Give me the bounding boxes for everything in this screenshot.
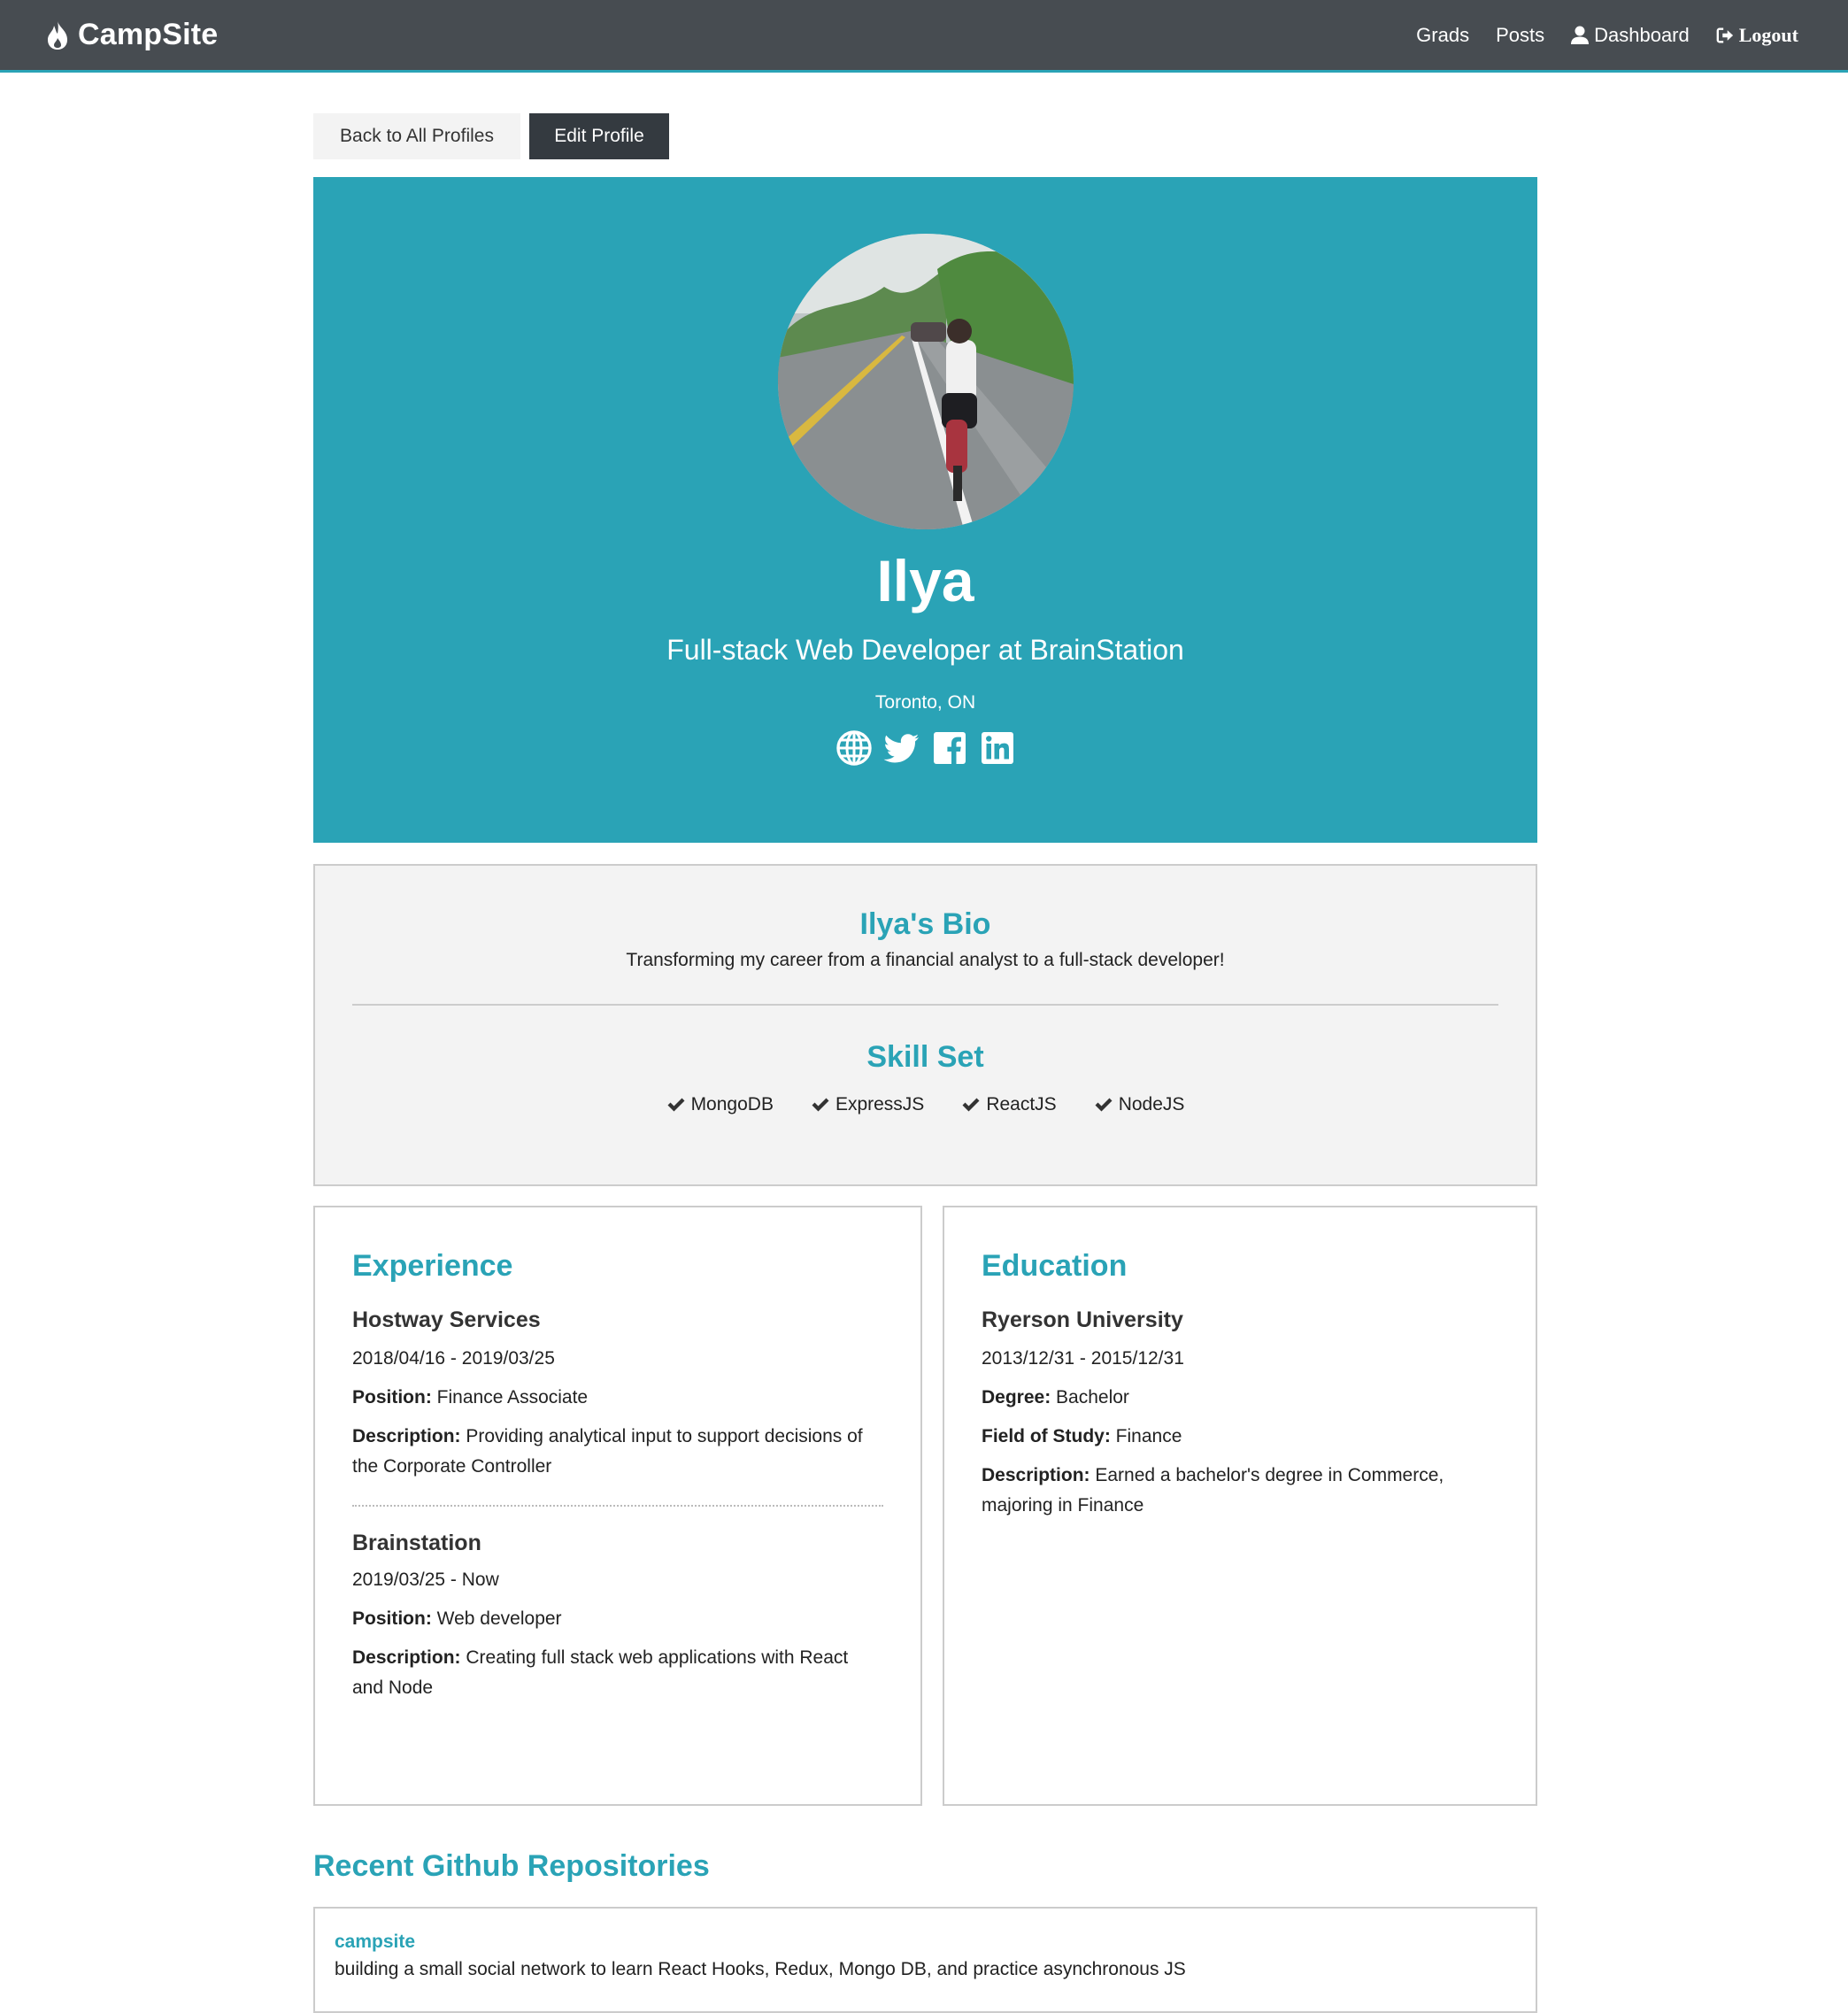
skill-label: NodeJS <box>1118 1094 1185 1114</box>
repo-name-link[interactable]: campsite <box>335 1930 1516 1955</box>
skill-label: ExpressJS <box>835 1094 925 1114</box>
nav-grads-label: Grads <box>1416 23 1470 46</box>
education-dates: 2013/12/31 - 2015/12/31 <box>982 1348 1184 1369</box>
position-label: Position: <box>352 1608 432 1629</box>
skill-item: MongoDB <box>666 1094 774 1115</box>
github-title: Recent Github Repositories <box>313 1849 710 1883</box>
skills-title: Skill Set <box>866 1040 984 1074</box>
nav-posts-label: Posts <box>1496 23 1545 46</box>
experience-company: Hostway Services <box>352 1307 541 1332</box>
bio-divider <box>352 1004 1498 1006</box>
experience-position: Position: Finance Associate <box>352 1383 883 1413</box>
repo-card: campsite building a small social network… <box>313 1907 1537 2013</box>
profile-about: Ilya's Bio Transforming my career from a… <box>313 864 1537 1186</box>
user-icon <box>1571 26 1590 44</box>
sign-out-icon <box>1716 27 1733 42</box>
brand-logo-link[interactable]: CampSite <box>46 18 218 52</box>
linkedin-link[interactable] <box>979 729 1016 767</box>
profile-container: Back to All Profiles Edit Profile Ilya F… <box>313 73 1537 2013</box>
brand-name: CampSite <box>78 18 219 51</box>
education-school: Ryerson University <box>982 1307 1183 1332</box>
degree-value: Bachelor <box>1056 1387 1129 1408</box>
skill-item: ReactJS <box>961 1094 1057 1115</box>
experience-description: Description: Providing analytical input … <box>352 1422 883 1482</box>
skill-item: ExpressJS <box>811 1094 924 1115</box>
check-icon <box>667 1098 685 1112</box>
twitter-icon <box>883 734 919 763</box>
check-icon <box>962 1098 980 1112</box>
education-title: Education <box>982 1249 1128 1283</box>
bio-title: Ilya's Bio <box>859 907 991 941</box>
education-degree: Degree: Bachelor <box>982 1383 1498 1413</box>
experience-description: Description: Creating full stack web app… <box>352 1643 883 1703</box>
profile-location: Toronto, ON <box>874 692 976 713</box>
experience-dates: 2019/03/25 - Now <box>352 1570 499 1590</box>
field-label: Field of Study: <box>982 1426 1111 1446</box>
repo-description: building a small social network to learn… <box>335 1959 1186 1979</box>
experience-entry: Brainstation 2019/03/25 - Now Position: … <box>352 1528 883 1703</box>
experience-company: Brainstation <box>352 1531 481 1555</box>
experience-position: Position: Web developer <box>352 1604 883 1634</box>
bio-text: Transforming my career from a financial … <box>626 950 1225 970</box>
nav-dashboard-label: Dashboard <box>1594 23 1690 46</box>
skills-list: MongoDB ExpressJS ReactJS NodeJS <box>352 1094 1498 1115</box>
facebook-icon <box>933 732 966 764</box>
nav-grads-link[interactable]: Grads <box>1416 24 1469 47</box>
profile-status: Full-stack Web Developer at BrainStation <box>666 634 1184 666</box>
nav-posts-link[interactable]: Posts <box>1496 24 1544 47</box>
nav-links: Grads Posts Dashboard Logout <box>1390 24 1798 47</box>
experience-dates: 2018/04/16 - 2019/03/25 <box>352 1348 555 1369</box>
back-to-profiles-button[interactable]: Back to All Profiles <box>313 113 520 159</box>
profile-name: Ilya <box>876 548 974 613</box>
experience-entry: Hostway Services 2018/04/16 - 2019/03/25… <box>352 1305 883 1482</box>
edit-profile-button[interactable]: Edit Profile <box>529 113 669 159</box>
skill-label: MongoDB <box>690 1094 774 1114</box>
education-panel: Education Ryerson University 2013/12/31 … <box>943 1206 1537 1806</box>
twitter-link[interactable] <box>883 729 920 767</box>
nav-dashboard-link[interactable]: Dashboard <box>1571 24 1690 47</box>
field-value: Finance <box>1115 1426 1182 1446</box>
profile-header: Ilya Full-stack Web Developer at BrainSt… <box>313 177 1537 843</box>
campfire-icon <box>48 20 67 50</box>
facebook-link[interactable] <box>931 729 968 767</box>
website-link[interactable] <box>835 729 873 767</box>
experience-separator <box>352 1505 883 1507</box>
nav-logout-link[interactable]: Logout <box>1716 24 1798 47</box>
education-description: Description: Earned a bachelor's degree … <box>982 1461 1498 1521</box>
check-icon <box>1095 1098 1113 1112</box>
experience-education: Experience Hostway Services 2018/04/16 -… <box>313 1206 1537 1806</box>
education-entry: Ryerson University 2013/12/31 - 2015/12/… <box>982 1305 1498 1521</box>
check-icon <box>812 1098 829 1112</box>
position-value: Web developer <box>436 1608 562 1629</box>
globe-icon <box>835 730 872 766</box>
avatar-photo <box>777 234 1074 529</box>
degree-label: Degree: <box>982 1387 1051 1408</box>
position-label: Position: <box>352 1387 432 1408</box>
description-label: Description: <box>352 1426 461 1446</box>
profile-actions: Back to All Profiles Edit Profile <box>313 113 1537 159</box>
experience-panel: Experience Hostway Services 2018/04/16 -… <box>313 1206 922 1806</box>
experience-title: Experience <box>352 1249 513 1283</box>
nav-logout-label: Logout <box>1738 23 1798 46</box>
education-field: Field of Study: Finance <box>982 1422 1498 1452</box>
position-value: Finance Associate <box>436 1387 589 1408</box>
navbar: CampSite Grads Posts Dashboard Logout <box>0 0 1848 73</box>
skill-label: ReactJS <box>986 1094 1057 1114</box>
linkedin-icon <box>981 732 1013 764</box>
avatar <box>777 234 1074 529</box>
social-links <box>830 729 1021 767</box>
description-label: Description: <box>982 1465 1090 1485</box>
skill-item: NodeJS <box>1094 1094 1185 1115</box>
description-label: Description: <box>352 1647 461 1668</box>
